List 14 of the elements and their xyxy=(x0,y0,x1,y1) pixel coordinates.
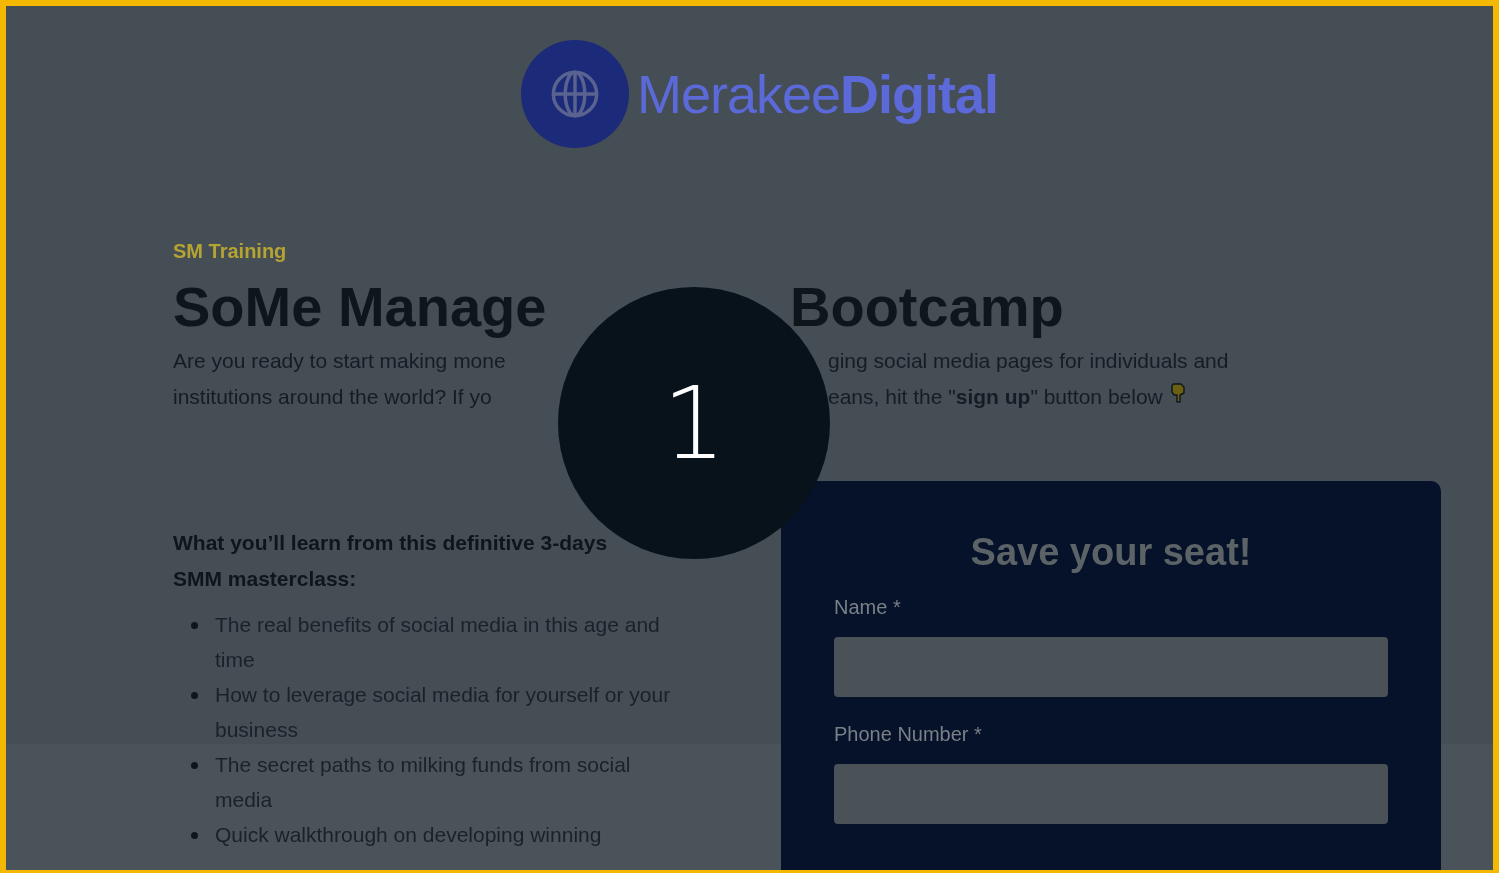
card-title: Save your seat! xyxy=(969,531,1253,574)
logo-wordmark: MerakeeDigital xyxy=(636,63,999,125)
category-label: SM Training xyxy=(173,240,288,263)
bullet-dot xyxy=(191,622,198,629)
section-heading: What you’ll learn from this definitive 3-days SMM masterclass: xyxy=(173,530,609,592)
bullet-dot xyxy=(191,692,198,699)
input-field[interactable] xyxy=(834,764,1388,824)
page-title: Bootcamp xyxy=(790,274,1064,340)
input-field[interactable] xyxy=(834,637,1388,697)
field-label: Name * xyxy=(834,596,902,619)
field-label: Phone Number * xyxy=(834,723,983,746)
bullet-dot xyxy=(191,762,198,769)
page-title: SoMe Manage xyxy=(173,275,547,338)
bullet-dot xyxy=(191,832,198,839)
